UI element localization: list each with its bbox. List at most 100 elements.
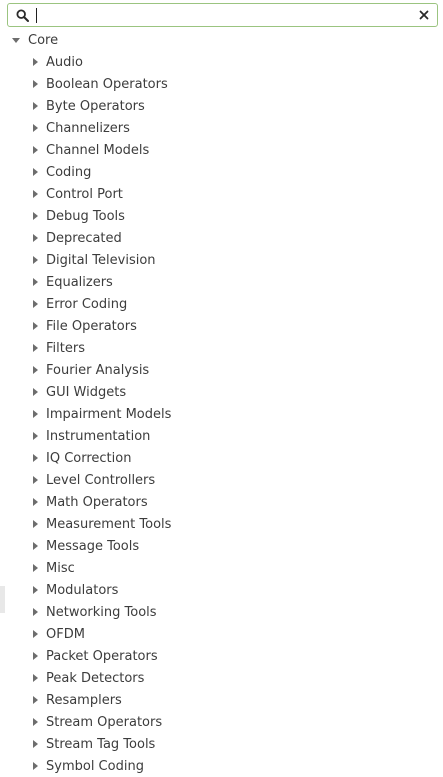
triangle-right-icon[interactable] — [33, 696, 38, 704]
triangle-right-icon[interactable] — [33, 586, 38, 594]
tree-item-label: Audio — [46, 55, 83, 70]
tree-item[interactable]: Stream Operators — [0, 712, 443, 734]
triangle-right-icon[interactable] — [33, 234, 38, 242]
tree-item-label: Measurement Tools — [46, 517, 172, 532]
tree-item[interactable]: Symbol Coding — [0, 756, 443, 777]
text-cursor — [36, 8, 37, 23]
tree-item[interactable]: Level Controllers — [0, 470, 443, 492]
tree-item-label: Math Operators — [46, 495, 148, 510]
tree-item[interactable]: Audio — [0, 52, 443, 74]
tree-item[interactable]: Peak Detectors — [0, 668, 443, 690]
tree-item-label: Filters — [46, 341, 85, 356]
tree-item[interactable]: Coding — [0, 162, 443, 184]
triangle-right-icon[interactable] — [33, 564, 38, 572]
triangle-right-icon[interactable] — [33, 102, 38, 110]
tree-item-label: Resamplers — [46, 693, 122, 708]
tree-item[interactable]: Resamplers — [0, 690, 443, 712]
triangle-right-icon[interactable] — [33, 388, 38, 396]
triangle-right-icon[interactable] — [33, 762, 38, 770]
tree-item[interactable]: Instrumentation — [0, 426, 443, 448]
triangle-right-icon[interactable] — [33, 542, 38, 550]
tree-item[interactable]: Math Operators — [0, 492, 443, 514]
tree-item-label: Channel Models — [46, 143, 150, 158]
tree-item[interactable]: Digital Television — [0, 250, 443, 272]
tree-item[interactable]: Channelizers — [0, 118, 443, 140]
triangle-right-icon[interactable] — [33, 344, 38, 352]
tree-item-label: Byte Operators — [46, 99, 145, 114]
triangle-right-icon[interactable] — [33, 498, 38, 506]
tree-item-label: Symbol Coding — [46, 759, 144, 774]
triangle-right-icon[interactable] — [33, 366, 38, 374]
tree-item-label: Networking Tools — [46, 605, 157, 620]
triangle-down-icon[interactable] — [12, 38, 20, 43]
tree-item-label: Misc — [46, 561, 75, 576]
triangle-right-icon[interactable] — [33, 432, 38, 440]
triangle-right-icon[interactable] — [33, 190, 38, 198]
tree-item[interactable]: Networking Tools — [0, 602, 443, 624]
triangle-right-icon[interactable] — [33, 168, 38, 176]
tree-item[interactable]: Misc — [0, 558, 443, 580]
triangle-right-icon[interactable] — [33, 652, 38, 660]
tree-item[interactable]: Packet Operators — [0, 646, 443, 668]
search-icon — [16, 9, 29, 22]
tree-item[interactable]: IQ Correction — [0, 448, 443, 470]
tree-item[interactable]: Modulators — [0, 580, 443, 602]
tree-item-label: Coding — [46, 165, 92, 180]
tree-item[interactable]: GUI Widgets — [0, 382, 443, 404]
triangle-right-icon[interactable] — [33, 674, 38, 682]
tree-item-label: Boolean Operators — [46, 77, 168, 92]
triangle-right-icon[interactable] — [33, 80, 38, 88]
tree-item[interactable]: Stream Tag Tools — [0, 734, 443, 756]
tree-item-label: Instrumentation — [46, 429, 151, 444]
triangle-right-icon[interactable] — [33, 300, 38, 308]
tree-item-label: Debug Tools — [46, 209, 125, 224]
triangle-right-icon[interactable] — [33, 476, 38, 484]
triangle-right-icon[interactable] — [33, 718, 38, 726]
triangle-right-icon[interactable] — [33, 212, 38, 220]
triangle-right-icon[interactable] — [33, 124, 38, 132]
tree-item[interactable]: Filters — [0, 338, 443, 360]
tree-root-label: Core — [28, 33, 59, 48]
tree-item-label: OFDM — [46, 627, 85, 642]
tree-root-core[interactable]: Core — [0, 30, 443, 52]
tree-item-label: Error Coding — [46, 297, 128, 312]
search-bar[interactable] — [7, 3, 438, 27]
tree-item-label: Stream Operators — [46, 715, 163, 730]
close-icon[interactable] — [417, 8, 431, 22]
tree-item[interactable]: Measurement Tools — [0, 514, 443, 536]
search-input[interactable] — [38, 6, 418, 24]
tree-item-label: Impairment Models — [46, 407, 172, 422]
tree-item[interactable]: Deprecated — [0, 228, 443, 250]
triangle-right-icon[interactable] — [33, 58, 38, 66]
tree-item[interactable]: Channel Models — [0, 140, 443, 162]
tree-item[interactable]: Boolean Operators — [0, 74, 443, 96]
triangle-right-icon[interactable] — [33, 256, 38, 264]
triangle-right-icon[interactable] — [33, 740, 38, 748]
triangle-right-icon[interactable] — [33, 454, 38, 462]
tree-item[interactable]: Fourier Analysis — [0, 360, 443, 382]
tree-item[interactable]: Error Coding — [0, 294, 443, 316]
tree-item-label: Fourier Analysis — [46, 363, 150, 378]
tree-item[interactable]: OFDM — [0, 624, 443, 646]
tree-item[interactable]: File Operators — [0, 316, 443, 338]
tree-item[interactable]: Control Port — [0, 184, 443, 206]
tree-item[interactable]: Impairment Models — [0, 404, 443, 426]
triangle-right-icon[interactable] — [33, 278, 38, 286]
tree-item-label: Digital Television — [46, 253, 156, 268]
triangle-right-icon[interactable] — [33, 608, 38, 616]
tree-item-label: Channelizers — [46, 121, 130, 136]
tree-item-label: Control Port — [46, 187, 123, 202]
tree-item[interactable]: Equalizers — [0, 272, 443, 294]
tree-item-label: Modulators — [46, 583, 119, 598]
tree-item[interactable]: Byte Operators — [0, 96, 443, 118]
triangle-right-icon[interactable] — [33, 410, 38, 418]
triangle-right-icon[interactable] — [33, 146, 38, 154]
tree-item[interactable]: Message Tools — [0, 536, 443, 558]
tree-item-label: GUI Widgets — [46, 385, 127, 400]
triangle-right-icon[interactable] — [33, 630, 38, 638]
tree-item-label: Equalizers — [46, 275, 113, 290]
tree-item[interactable]: Debug Tools — [0, 206, 443, 228]
tree-item-label: Level Controllers — [46, 473, 156, 488]
triangle-right-icon[interactable] — [33, 322, 38, 330]
triangle-right-icon[interactable] — [33, 520, 38, 528]
